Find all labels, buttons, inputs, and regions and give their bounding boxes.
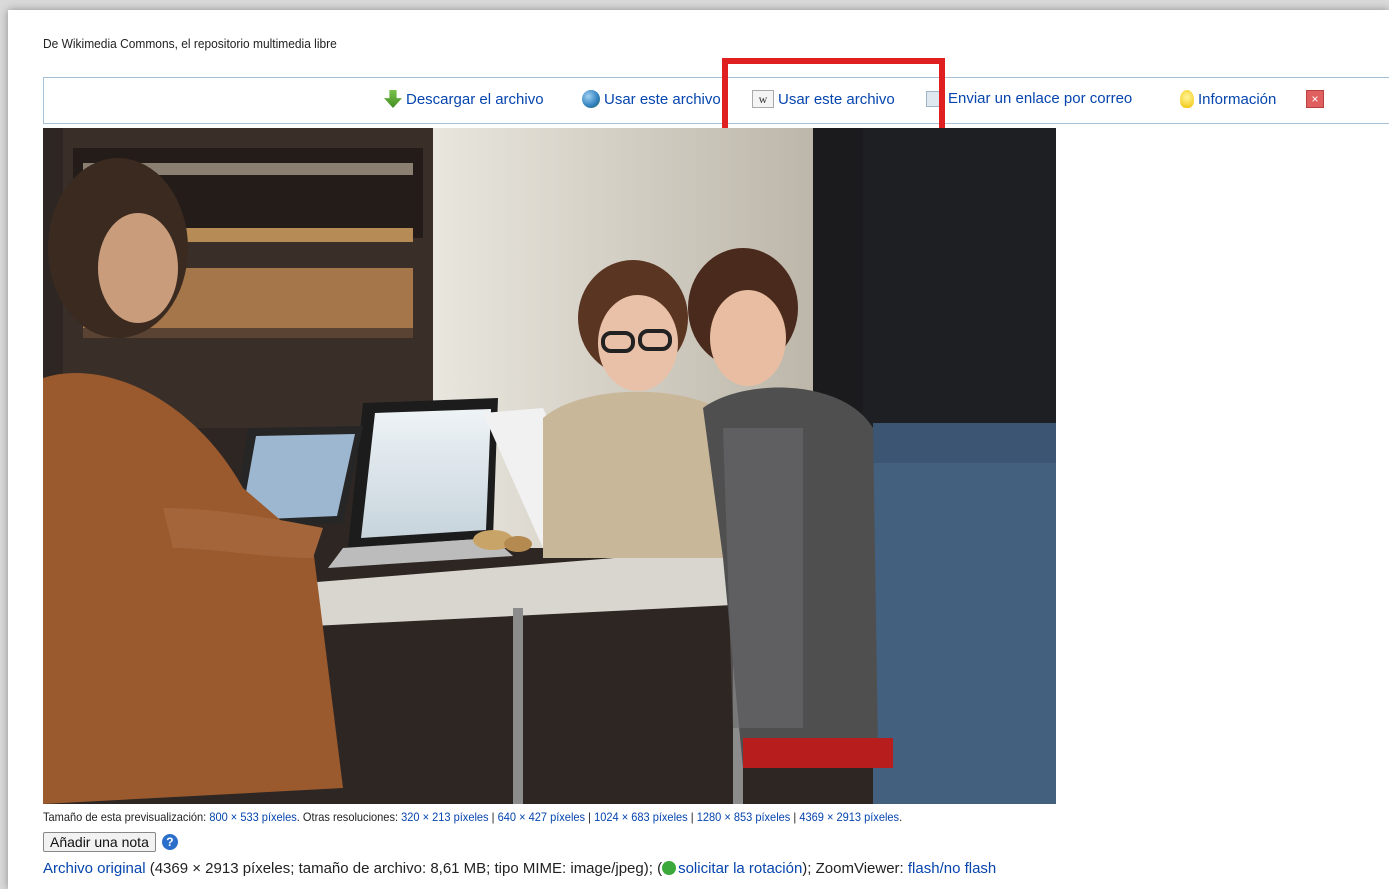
email-link[interactable]: Enviar un enlace por correo — [926, 90, 1132, 107]
lightbulb-icon — [1180, 90, 1194, 108]
close-icon: × — [1306, 90, 1324, 108]
note-row: Añadir una nota ? — [43, 832, 178, 852]
original-file-link[interactable]: Archivo original — [43, 860, 146, 877]
use-file-web-link[interactable]: Usar este archivo — [582, 90, 721, 108]
wikipedia-w-icon: w — [752, 90, 774, 108]
source-text: De Wikimedia Commons, el repositorio mul… — [43, 36, 337, 51]
file-image[interactable] — [43, 128, 1056, 804]
zoomviewer-link[interactable]: flash/no flash — [908, 860, 996, 877]
request-rotation-link[interactable]: solicitar la rotación — [678, 860, 802, 877]
close-toolbar-button[interactable]: × — [1306, 90, 1324, 108]
resolution-link[interactable]: 4369 × 2913 píxeles — [799, 810, 899, 824]
preview-size-link[interactable]: 800 × 533 píxeles — [209, 810, 296, 824]
info-link[interactable]: Información — [1180, 90, 1276, 108]
add-note-button[interactable]: Añadir una nota — [43, 832, 156, 852]
resolution-link[interactable]: 640 × 427 píxeles — [498, 810, 585, 824]
mail-icon — [926, 90, 944, 107]
resolution-link[interactable]: 1024 × 683 píxeles — [594, 810, 688, 824]
download-icon — [384, 90, 402, 108]
preview-size-line: Tamaño de esta previsualización: 800 × 5… — [43, 810, 903, 824]
help-icon[interactable]: ? — [161, 834, 178, 850]
photo-illustration — [43, 128, 1056, 804]
download-file-link[interactable]: Descargar el archivo — [384, 90, 544, 108]
resolution-link[interactable]: 320 × 213 píxeles — [401, 810, 488, 824]
use-file-wiki-link[interactable]: w Usar este archivo — [752, 90, 895, 108]
file-page: De Wikimedia Commons, el repositorio mul… — [8, 10, 1389, 889]
rotate-icon — [662, 861, 677, 875]
file-toolbar: Descargar el archivo Usar este archivo w… — [43, 77, 1389, 124]
globe-icon — [582, 90, 600, 108]
resolution-link[interactable]: 1280 × 853 píxeles — [697, 810, 791, 824]
original-file-line: Archivo original (4369 × 2913 píxeles; t… — [43, 860, 997, 877]
